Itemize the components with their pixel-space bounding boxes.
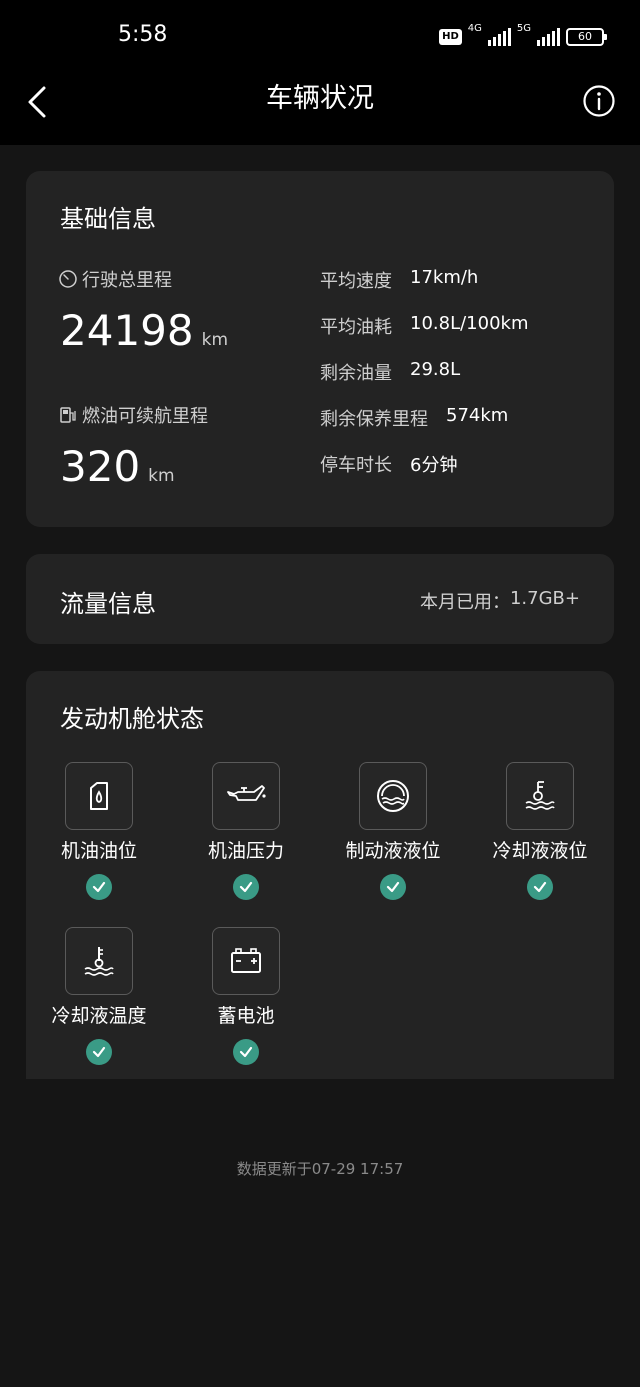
info-icon: [583, 85, 615, 117]
engine-item-label: 冷却液温度: [51, 1005, 147, 1027]
engine-item-battery: 蓄电池: [173, 927, 313, 1077]
engine-item-label: 冷却液液位: [492, 840, 588, 862]
stat-value: 6分钟: [410, 455, 458, 476]
stat-value: 10.8L/100km: [410, 313, 529, 334]
total-mileage-value: 24198: [60, 306, 194, 355]
check-icon: [233, 874, 259, 900]
battery-icon: 60: [566, 28, 607, 46]
engine-item-coolant-temperature: 冷却液温度: [26, 927, 166, 1077]
check-icon: [380, 874, 406, 900]
stat-label: 平均速度: [320, 271, 392, 292]
stat-label: 平均油耗: [320, 317, 392, 338]
stat-value: 29.8L: [410, 359, 461, 380]
nav-bar: 车辆状况: [0, 72, 640, 145]
fuel-range-label: 燃油可续航里程: [82, 406, 208, 427]
basic-info-card: 基础信息 行驶总里程 24198 km 燃油可续航里程 320 km 平均速度 17…: [26, 171, 614, 527]
engine-item-label: 机油油位: [60, 840, 137, 862]
total-mileage-value-row: 24198 km: [60, 307, 228, 364]
battery-icon: [212, 927, 280, 995]
page-title: 车辆状况: [266, 83, 374, 114]
stat-label: 剩余油量: [320, 363, 392, 384]
brake-fluid-icon: [359, 762, 427, 830]
network-label-5g: 5G: [516, 23, 531, 34]
check-icon: [527, 874, 553, 900]
traffic-info-card[interactable]: 流量信息 本月已用： 1.7GB+: [26, 554, 614, 644]
hd-badge: HD: [439, 29, 462, 45]
stat-row-avg-speed: 平均速度 17km/h: [320, 267, 478, 293]
coolant-level-icon: [506, 762, 574, 830]
total-mileage-label-row: 行驶总里程: [58, 266, 172, 292]
basic-info-title: 基础信息: [60, 205, 156, 233]
info-button[interactable]: [582, 84, 616, 118]
fuel-pump-icon: [60, 407, 76, 423]
stat-label: 停车时长: [320, 455, 392, 476]
engine-item-label: 制动液液位: [345, 840, 441, 862]
status-time: 5:58: [118, 22, 168, 47]
engine-item-oil-level: 机油油位: [26, 762, 166, 912]
total-mileage-label: 行驶总里程: [82, 270, 172, 291]
fuel-range-unit: km: [148, 466, 175, 486]
total-mileage-unit: km: [201, 330, 229, 350]
signal-icon-2: [537, 28, 560, 46]
status-bar: 5:58 HD 4G 5G 60: [0, 0, 640, 72]
oil-level-icon: [65, 762, 133, 830]
engine-status-card: 发动机舱状态 机油油位 机油压力 制动液液位 冷却液液位 冷却液温度 蓄电池: [26, 671, 614, 1079]
engine-item-label: 蓄电池: [217, 1005, 275, 1027]
timer-icon: [59, 270, 77, 288]
stat-value: 17km/h: [410, 267, 479, 288]
status-indicators: HD 4G 5G 60: [439, 23, 607, 50]
stat-row-remaining-fuel: 剩余油量 29.8L: [320, 359, 460, 385]
engine-item-label: 机油压力: [207, 840, 284, 862]
traffic-usage-value: 1.7GB+: [509, 588, 580, 609]
stat-row-avg-fuel: 平均油耗 10.8L/100km: [320, 313, 529, 339]
fuel-range-value-row: 320 km: [60, 443, 175, 500]
traffic-usage: 本月已用： 1.7GB+: [420, 588, 580, 614]
fuel-range-value: 320: [60, 442, 141, 491]
network-label-4g: 4G: [467, 23, 482, 34]
engine-item-brake-fluid: 制动液液位: [320, 762, 460, 912]
signal-icon: [487, 28, 511, 46]
check-icon: [233, 1039, 259, 1065]
traffic-usage-label: 本月已用：: [419, 592, 510, 613]
stat-row-parking-duration: 停车时长 6分钟: [320, 451, 457, 477]
data-update-time: 数据更新于07-29 17:57: [236, 1160, 404, 1178]
stat-row-maintenance: 剩余保养里程 574km: [320, 405, 508, 431]
engine-status-title: 发动机舱状态: [60, 705, 204, 733]
engine-item-coolant-level: 冷却液液位: [467, 762, 607, 912]
traffic-info-title: 流量信息: [60, 590, 156, 618]
stat-label: 剩余保养里程: [320, 409, 428, 430]
check-icon: [86, 1039, 112, 1065]
check-icon: [86, 874, 112, 900]
engine-item-oil-pressure: 机油压力: [173, 762, 313, 912]
stat-value: 574km: [446, 405, 509, 426]
fuel-range-label-row: 燃油可续航里程: [58, 402, 208, 428]
coolant-temperature-icon: [65, 927, 133, 995]
oil-pressure-icon: [212, 762, 280, 830]
